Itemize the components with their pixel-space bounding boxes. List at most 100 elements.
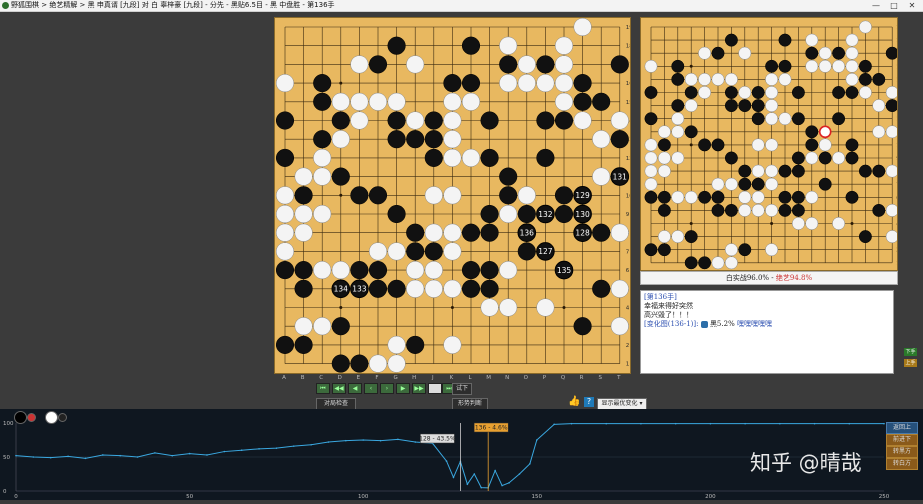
black-stone[interactable] [724, 203, 738, 217]
black-stone[interactable] [698, 138, 712, 152]
white-stone[interactable] [872, 125, 886, 139]
black-stone[interactable] [858, 72, 872, 86]
black-stone[interactable] [368, 55, 388, 74]
black-stone[interactable] [698, 256, 712, 270]
black-stone[interactable] [387, 111, 406, 130]
black-stone[interactable] [554, 111, 574, 130]
white-stone[interactable] [387, 335, 406, 354]
white-stone[interactable] [424, 261, 443, 280]
black-stone[interactable] [368, 186, 388, 205]
black-stone[interactable] [554, 204, 574, 224]
white-stone[interactable] [711, 177, 725, 191]
white-stone[interactable] [751, 138, 765, 152]
black-stone[interactable] [443, 74, 462, 93]
variation-link[interactable]: [变化图(136-1)]: [644, 320, 698, 328]
white-stone[interactable] [424, 279, 443, 298]
white-stone[interactable] [294, 204, 313, 224]
white-stone[interactable] [778, 112, 792, 126]
black-stone[interactable] [711, 203, 725, 217]
white-stone[interactable] [313, 204, 332, 224]
white-stone[interactable] [406, 55, 425, 74]
black-stone[interactable] [499, 55, 518, 74]
white-stone[interactable] [554, 74, 574, 93]
white-stone[interactable] [885, 86, 897, 99]
white-stone[interactable] [443, 92, 462, 111]
first-move-button[interactable]: ⏮ [316, 383, 330, 394]
black-stone[interactable] [778, 33, 792, 47]
white-stone[interactable] [387, 242, 406, 261]
white-stone[interactable] [368, 354, 388, 373]
black-stone[interactable] [517, 242, 536, 261]
white-stone[interactable] [443, 335, 462, 354]
white-stone[interactable] [765, 164, 779, 178]
forward-10-button[interactable]: ▶▶ [412, 383, 426, 394]
black-stone[interactable] [671, 72, 685, 86]
black-stone[interactable] [480, 223, 499, 242]
black-stone[interactable] [778, 203, 792, 217]
black-stone[interactable] [406, 242, 425, 261]
black-stone[interactable] [818, 151, 832, 165]
white-stone[interactable] [610, 111, 629, 130]
white-stone[interactable] [517, 55, 536, 74]
black-stone[interactable] [738, 177, 752, 191]
black-stone[interactable] [313, 130, 332, 149]
back-10-button[interactable]: ◀◀ [332, 383, 346, 394]
white-stone[interactable] [499, 204, 518, 224]
white-stone[interactable] [818, 59, 832, 73]
white-stone[interactable] [765, 72, 779, 86]
white-stone[interactable] [313, 261, 332, 280]
white-stone[interactable] [885, 125, 897, 139]
graph-black-button[interactable]: 转黑方 [886, 446, 918, 458]
back-1-button[interactable]: ‹ [364, 383, 378, 394]
next-move-mini-button[interactable]: 下手 [904, 348, 917, 356]
white-stone[interactable] [387, 354, 406, 373]
white-stone[interactable] [698, 86, 712, 99]
white-stone[interactable] [738, 86, 752, 99]
white-stone[interactable] [536, 298, 555, 317]
black-stone[interactable] [331, 354, 350, 373]
black-stone[interactable] [684, 86, 698, 99]
white-stone[interactable] [592, 130, 611, 149]
black-stone[interactable] [573, 92, 592, 111]
black-stone[interactable] [778, 164, 792, 178]
black-stone[interactable] [711, 46, 725, 60]
white-stone[interactable] [499, 261, 518, 280]
white-stone[interactable] [805, 59, 819, 73]
white-stone[interactable] [294, 167, 313, 186]
black-stone[interactable] [872, 72, 886, 86]
white-stone[interactable] [368, 242, 388, 261]
white-stone[interactable] [499, 36, 518, 55]
white-stone[interactable] [885, 230, 897, 244]
black-stone[interactable] [644, 190, 658, 204]
white-stone[interactable] [805, 217, 819, 230]
white-stone[interactable] [554, 36, 574, 55]
black-stone[interactable] [368, 261, 388, 280]
white-stone[interactable] [724, 243, 738, 257]
white-stone[interactable] [644, 138, 658, 152]
black-stone[interactable] [684, 256, 698, 270]
black-stone[interactable] [461, 74, 481, 93]
black-stone[interactable] [711, 138, 725, 152]
black-stone[interactable] [885, 46, 897, 60]
white-stone[interactable] [536, 74, 555, 93]
white-stone[interactable] [711, 72, 725, 86]
black-stone[interactable] [350, 261, 369, 280]
black-stone[interactable] [573, 317, 592, 336]
white-stone[interactable] [275, 186, 295, 205]
black-stone[interactable] [791, 86, 805, 99]
black-stone[interactable] [592, 223, 611, 242]
black-stone[interactable] [818, 177, 832, 191]
white-stone[interactable] [406, 279, 425, 298]
black-stone[interactable] [724, 99, 738, 113]
black-stone[interactable] [554, 186, 574, 205]
black-stone[interactable] [275, 148, 295, 167]
black-stone[interactable] [275, 111, 295, 130]
white-stone[interactable] [657, 125, 671, 139]
forward-5-button[interactable]: ▶ [396, 383, 410, 394]
black-stone[interactable] [461, 261, 481, 280]
white-stone[interactable] [832, 217, 846, 230]
white-stone[interactable] [573, 111, 592, 130]
black-stone[interactable] [858, 230, 872, 244]
white-stone[interactable] [845, 59, 859, 73]
black-stone[interactable] [845, 151, 859, 165]
